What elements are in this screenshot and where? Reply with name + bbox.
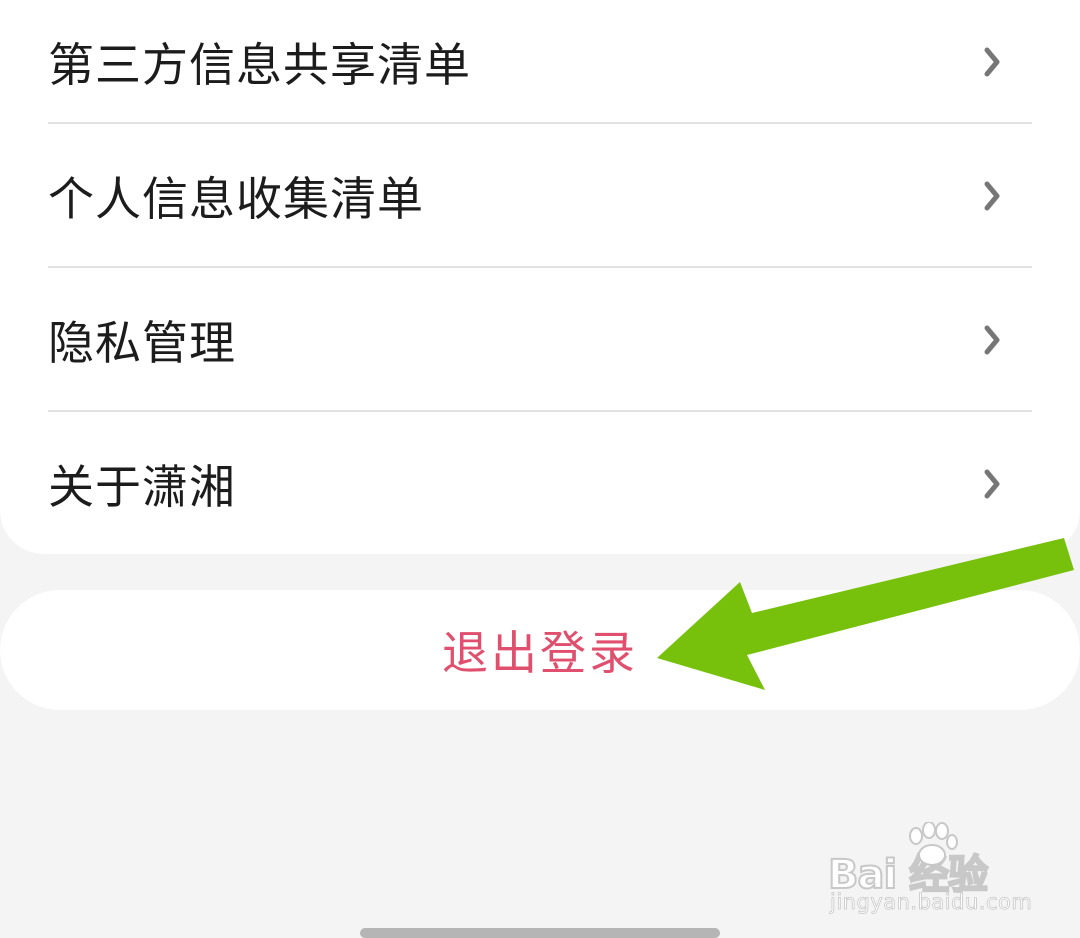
chevron-right-icon [984, 181, 1000, 210]
menu-item-label: 个人信息收集清单 [48, 171, 424, 226]
chevron-right-icon [984, 469, 1000, 498]
menu-item-label: 关于潇湘 [48, 459, 236, 514]
settings-menu-card: 第三方信息共享清单 个人信息收集清单 隐私管理 关于潇湘 [0, 0, 1080, 554]
home-indicator[interactable] [360, 928, 720, 938]
paw-icon [909, 822, 958, 866]
menu-item-third-party-sharing[interactable]: 第三方信息共享清单 [48, 0, 1032, 133]
menu-item-personal-info-collection[interactable]: 个人信息收集清单 [48, 124, 1032, 267]
chevron-right-icon [984, 325, 1000, 354]
menu-item-label: 第三方信息共享清单 [48, 37, 471, 92]
logout-label: 退出登录 [442, 626, 638, 680]
watermark: Bai 经验 jingyan.baidu.com [827, 820, 1032, 920]
menu-item-about[interactable]: 关于潇湘 [48, 412, 1032, 555]
logout-button[interactable]: 退出登录 [0, 590, 1080, 710]
watermark-url: jingyan.baidu.com [830, 890, 1033, 915]
chevron-right-icon [984, 47, 1000, 76]
menu-item-privacy-management[interactable]: 隐私管理 [48, 268, 1032, 411]
menu-item-label: 隐私管理 [48, 315, 236, 370]
